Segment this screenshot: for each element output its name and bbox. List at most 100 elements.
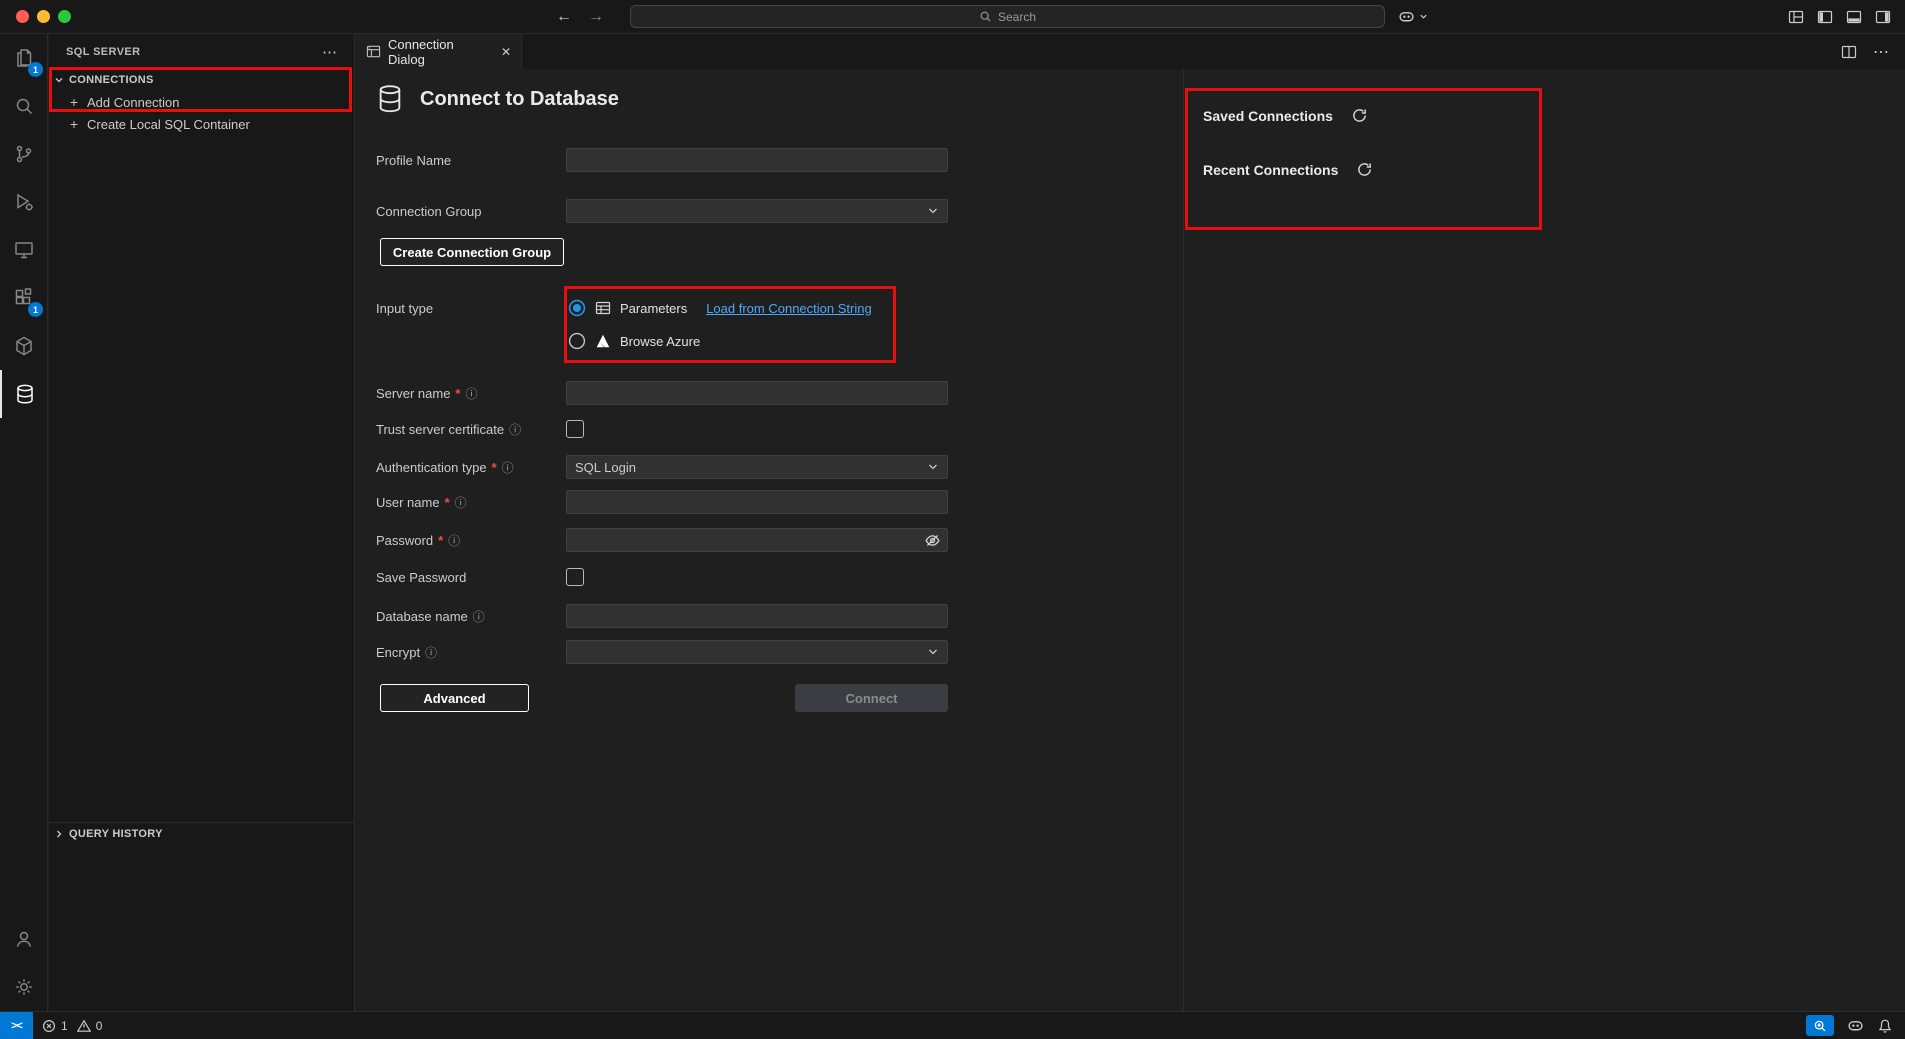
info-icon[interactable]: ⓘ bbox=[473, 608, 485, 625]
run-debug-icon bbox=[12, 190, 36, 214]
radio-selected-icon[interactable] bbox=[568, 299, 586, 317]
sidebar-item-add-connection[interactable]: + Add Connection bbox=[49, 91, 354, 113]
remote-indicator[interactable]: >< bbox=[0, 1012, 33, 1039]
dialog-title: Connect to Database bbox=[420, 88, 619, 111]
info-icon[interactable]: ⓘ bbox=[465, 385, 477, 402]
input-type-browse-azure-row: Browse Azure bbox=[568, 329, 700, 353]
warning-icon bbox=[77, 1019, 91, 1033]
connection-group-select[interactable] bbox=[566, 199, 948, 223]
encrypt-row: Encrypt ⓘ bbox=[376, 640, 948, 664]
panel-divider bbox=[1183, 69, 1184, 1011]
activity-search[interactable] bbox=[0, 82, 48, 130]
editor-more-actions-icon[interactable]: ⋯ bbox=[1873, 42, 1889, 62]
save-password-checkbox[interactable] bbox=[566, 568, 584, 586]
activity-explorer[interactable]: 1 bbox=[0, 34, 48, 82]
customize-layout-icon[interactable] bbox=[1788, 9, 1804, 25]
encrypt-select[interactable] bbox=[566, 640, 948, 664]
minimize-window-button[interactable] bbox=[37, 10, 50, 23]
notifications-bell-icon[interactable] bbox=[1877, 1018, 1893, 1034]
saved-connections-header: Saved Connections bbox=[1203, 107, 1368, 124]
connection-group-row: Connection Group bbox=[376, 199, 948, 223]
info-icon[interactable]: ⓘ bbox=[455, 494, 467, 511]
toggle-password-visibility-button[interactable] bbox=[924, 532, 941, 554]
parameters-radio-label[interactable]: Parameters bbox=[620, 301, 687, 316]
problems-status[interactable]: 1 0 bbox=[42, 1012, 102, 1039]
input-type-parameters-row: Parameters Load from Connection String bbox=[568, 296, 872, 320]
load-from-connection-string-link[interactable]: Load from Connection String bbox=[706, 301, 871, 316]
info-icon[interactable]: ⓘ bbox=[448, 532, 460, 549]
activity-remote-explorer[interactable] bbox=[0, 226, 48, 274]
advanced-button[interactable]: Advanced bbox=[380, 684, 529, 712]
explorer-badge: 1 bbox=[28, 62, 43, 77]
maximize-window-button[interactable] bbox=[58, 10, 71, 23]
radio-unselected-icon[interactable] bbox=[568, 332, 586, 350]
error-count: 1 bbox=[61, 1019, 68, 1033]
activity-run-debug[interactable] bbox=[0, 178, 48, 226]
chevron-down-icon bbox=[927, 461, 939, 473]
user-name-input[interactable] bbox=[566, 490, 948, 514]
save-password-row: Save Password bbox=[376, 565, 584, 589]
profile-name-row: Profile Name bbox=[376, 148, 948, 172]
database-name-input[interactable] bbox=[566, 604, 948, 628]
extensions-badge: 1 bbox=[28, 302, 43, 317]
close-tab-icon[interactable]: ✕ bbox=[501, 45, 511, 59]
zoom-status-item[interactable] bbox=[1806, 1015, 1834, 1036]
required-marker: * bbox=[455, 386, 460, 401]
more-actions-icon[interactable]: ⋯ bbox=[322, 43, 337, 61]
toggle-primary-sidebar-icon[interactable] bbox=[1817, 9, 1833, 25]
refresh-icon[interactable] bbox=[1356, 161, 1373, 178]
remote-icon: >< bbox=[11, 1020, 22, 1032]
sql-server-icon bbox=[13, 382, 37, 406]
activity-settings[interactable] bbox=[0, 963, 48, 1011]
toggle-panel-icon[interactable] bbox=[1846, 9, 1862, 25]
authentication-type-select[interactable]: SQL Login bbox=[566, 455, 948, 479]
server-name-input[interactable] bbox=[566, 381, 948, 405]
sidebar-item-create-local-sql-container[interactable]: + Create Local SQL Container bbox=[49, 113, 354, 135]
command-center-search[interactable]: Search bbox=[630, 5, 1385, 28]
required-marker: * bbox=[445, 495, 450, 510]
gear-icon bbox=[12, 975, 36, 999]
connection-dialog-webview: Connect to Database Profile Name Connect… bbox=[356, 69, 1905, 1011]
copilot-status-icon[interactable] bbox=[1847, 1017, 1864, 1034]
info-icon[interactable]: ⓘ bbox=[425, 644, 437, 661]
toggle-secondary-sidebar-icon[interactable] bbox=[1875, 9, 1891, 25]
window-controls bbox=[16, 10, 71, 23]
search-icon bbox=[979, 10, 992, 23]
copilot-menu-button[interactable] bbox=[1398, 0, 1428, 33]
navigate-forward-icon[interactable]: → bbox=[588, 8, 604, 26]
chevron-right-icon bbox=[53, 828, 65, 840]
activity-sql-server[interactable] bbox=[0, 370, 48, 418]
activity-extensions[interactable]: 1 bbox=[0, 274, 48, 322]
connect-button[interactable]: Connect bbox=[795, 684, 948, 712]
database-icon bbox=[376, 83, 404, 115]
copilot-icon bbox=[1398, 8, 1415, 25]
trust-server-certificate-checkbox[interactable] bbox=[566, 420, 584, 438]
split-editor-icon[interactable] bbox=[1841, 44, 1857, 60]
info-icon[interactable]: ⓘ bbox=[509, 421, 521, 438]
activity-source-control[interactable] bbox=[0, 130, 48, 178]
refresh-icon[interactable] bbox=[1351, 107, 1368, 124]
parameters-table-icon bbox=[595, 300, 611, 316]
connections-section-header[interactable]: CONNECTIONS bbox=[49, 69, 354, 91]
query-history-section-header[interactable]: QUERY HISTORY bbox=[49, 822, 354, 844]
database-name-row: Database name ⓘ bbox=[376, 604, 948, 628]
profile-name-input[interactable] bbox=[566, 148, 948, 172]
required-marker: * bbox=[438, 533, 443, 548]
tab-connection-dialog[interactable]: Connection Dialog ✕ bbox=[356, 34, 522, 69]
close-window-button[interactable] bbox=[16, 10, 29, 23]
password-input[interactable] bbox=[566, 528, 948, 552]
info-icon[interactable]: ⓘ bbox=[502, 459, 514, 476]
tab-label: Connection Dialog bbox=[388, 37, 494, 67]
chevron-down-icon bbox=[927, 646, 939, 658]
activity-accounts[interactable] bbox=[0, 915, 48, 963]
azure-icon bbox=[595, 333, 611, 349]
navigate-back-icon[interactable]: ← bbox=[556, 8, 572, 26]
status-bar: >< 1 0 bbox=[0, 1011, 1905, 1039]
recent-connections-header: Recent Connections bbox=[1203, 161, 1373, 178]
required-marker: * bbox=[492, 460, 497, 475]
browse-azure-radio-label[interactable]: Browse Azure bbox=[620, 334, 700, 349]
chevron-down-icon bbox=[1419, 12, 1428, 21]
activity-containers[interactable] bbox=[0, 322, 48, 370]
create-connection-group-button[interactable]: Create Connection Group bbox=[380, 238, 564, 266]
primary-sidebar: SQL SERVER ⋯ CONNECTIONS + Add Connectio… bbox=[49, 34, 355, 1011]
